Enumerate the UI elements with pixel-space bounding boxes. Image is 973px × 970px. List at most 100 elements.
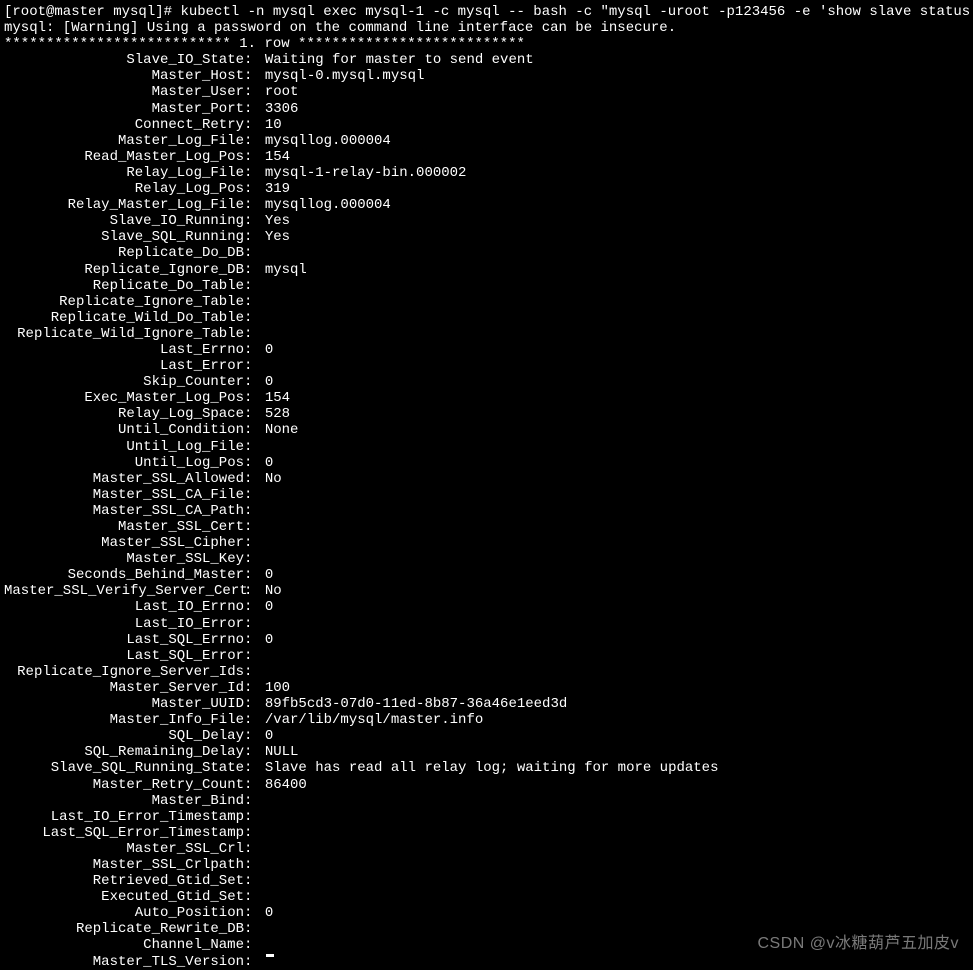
- status-label: Auto_Position: [4, 905, 244, 921]
- status-value: 0: [265, 905, 273, 921]
- status-row: Until_Log_File:: [4, 439, 969, 455]
- colon-separator: :: [244, 551, 265, 567]
- status-row: Master_Host: mysql-0.mysql.mysql: [4, 68, 969, 84]
- status-label: Replicate_Do_DB: [4, 245, 244, 261]
- status-label: Master_Port: [4, 101, 244, 117]
- status-label: Master_SSL_Allowed: [4, 471, 244, 487]
- status-label: Last_Error: [4, 358, 244, 374]
- status-label: Master_Retry_Count: [4, 777, 244, 793]
- status-row: Relay_Log_File: mysql-1-relay-bin.000002: [4, 165, 969, 181]
- status-row: Slave_IO_State: Waiting for master to se…: [4, 52, 969, 68]
- colon-separator: :: [244, 825, 265, 841]
- colon-separator: :: [244, 841, 265, 857]
- colon-separator: :: [244, 857, 265, 873]
- status-label: Master_SSL_Key: [4, 551, 244, 567]
- status-row: Last_Errno: 0: [4, 342, 969, 358]
- colon-separator: :: [244, 84, 265, 100]
- status-label: Last_IO_Error_Timestamp: [4, 809, 244, 825]
- colon-separator: :: [244, 117, 265, 133]
- status-label: Master_SSL_Verify_Server_Cert: [4, 583, 244, 599]
- status-label: Connect_Retry: [4, 117, 244, 133]
- status-label: Skip_Counter: [4, 374, 244, 390]
- colon-separator: :: [244, 503, 265, 519]
- colon-separator: :: [244, 262, 265, 278]
- status-label: Relay_Log_Space: [4, 406, 244, 422]
- status-row: Last_IO_Error_Timestamp:: [4, 809, 969, 825]
- status-label: Master_TLS_Version: [4, 954, 244, 970]
- colon-separator: :: [244, 374, 265, 390]
- colon-separator: :: [244, 422, 265, 438]
- status-row: Master_Retry_Count: 86400: [4, 777, 969, 793]
- status-value: mysqllog.000004: [265, 133, 391, 149]
- status-row: Until_Log_Pos: 0: [4, 455, 969, 471]
- status-row: Master_Server_Id: 100: [4, 680, 969, 696]
- status-row: Until_Condition: None: [4, 422, 969, 438]
- status-label: Replicate_Do_Table: [4, 278, 244, 294]
- colon-separator: :: [244, 68, 265, 84]
- status-label: Master_Server_Id: [4, 680, 244, 696]
- status-row: SQL_Delay: 0: [4, 728, 969, 744]
- status-value: None: [265, 422, 299, 438]
- status-row: Master_Log_File: mysqllog.000004: [4, 133, 969, 149]
- colon-separator: :: [244, 310, 265, 326]
- status-row: Replicate_Ignore_Table:: [4, 294, 969, 310]
- prompt-user-host: [root@master mysql]#: [4, 4, 172, 20]
- colon-separator: :: [244, 712, 265, 728]
- status-label: Last_SQL_Error_Timestamp: [4, 825, 244, 841]
- status-value: 528: [265, 406, 290, 422]
- status-label: Master_Info_File: [4, 712, 244, 728]
- colon-separator: :: [244, 793, 265, 809]
- status-value: root: [265, 84, 299, 100]
- status-row: Replicate_Rewrite_DB:: [4, 921, 969, 937]
- status-row: Last_Error:: [4, 358, 969, 374]
- status-value: 154: [265, 390, 290, 406]
- status-row: Master_UUID: 89fb5cd3-07d0-11ed-8b87-36a…: [4, 696, 969, 712]
- status-row: Slave_SQL_Running_State: Slave has read …: [4, 760, 969, 776]
- status-label: Relay_Log_Pos: [4, 181, 244, 197]
- colon-separator: :: [244, 777, 265, 793]
- colon-separator: :: [244, 616, 265, 632]
- status-row: Master_SSL_Cert:: [4, 519, 969, 535]
- status-row: Master_SSL_Key:: [4, 551, 969, 567]
- status-row: Relay_Log_Space: 528: [4, 406, 969, 422]
- status-label: Last_Errno: [4, 342, 244, 358]
- status-row: Executed_Gtid_Set:: [4, 889, 969, 905]
- colon-separator: :: [244, 245, 265, 261]
- status-value: 0: [265, 632, 273, 648]
- colon-separator: :: [244, 760, 265, 776]
- colon-separator: :: [244, 229, 265, 245]
- status-row: Master_SSL_Verify_Server_Cert: No: [4, 583, 969, 599]
- colon-separator: :: [244, 342, 265, 358]
- status-value: 89fb5cd3-07d0-11ed-8b87-36a46e1eed3d: [265, 696, 567, 712]
- colon-separator: :: [244, 197, 265, 213]
- status-value: Yes: [265, 213, 290, 229]
- colon-separator: :: [244, 535, 265, 551]
- status-label: Master_SSL_Crl: [4, 841, 244, 857]
- status-label: Replicate_Rewrite_DB: [4, 921, 244, 937]
- status-row: Seconds_Behind_Master: 0: [4, 567, 969, 583]
- status-label: Replicate_Wild_Do_Table: [4, 310, 244, 326]
- status-value: /var/lib/mysql/master.info: [265, 712, 483, 728]
- status-label: Slave_IO_Running: [4, 213, 244, 229]
- status-row: Last_SQL_Error:: [4, 648, 969, 664]
- status-value: 3306: [265, 101, 299, 117]
- status-row: Slave_SQL_Running: Yes: [4, 229, 969, 245]
- colon-separator: :: [244, 889, 265, 905]
- colon-separator: :: [244, 599, 265, 615]
- status-value: mysql: [265, 262, 307, 278]
- status-row: Master_User: root: [4, 84, 969, 100]
- status-value: 86400: [265, 777, 307, 793]
- slave-status-block: Slave_IO_State: Waiting for master to se…: [4, 52, 969, 969]
- status-label: Channel_Name: [4, 937, 244, 953]
- status-row: Skip_Counter: 0: [4, 374, 969, 390]
- status-row: Master_TLS_Version:: [4, 954, 969, 970]
- status-value: 0: [265, 374, 273, 390]
- status-value: 10: [265, 117, 282, 133]
- status-value: No: [265, 471, 282, 487]
- status-label: Until_Log_Pos: [4, 455, 244, 471]
- status-value: 0: [265, 728, 273, 744]
- status-row: Replicate_Ignore_DB: mysql: [4, 262, 969, 278]
- status-value: 0: [265, 599, 273, 615]
- status-row: Master_SSL_Allowed: No: [4, 471, 969, 487]
- colon-separator: :: [244, 809, 265, 825]
